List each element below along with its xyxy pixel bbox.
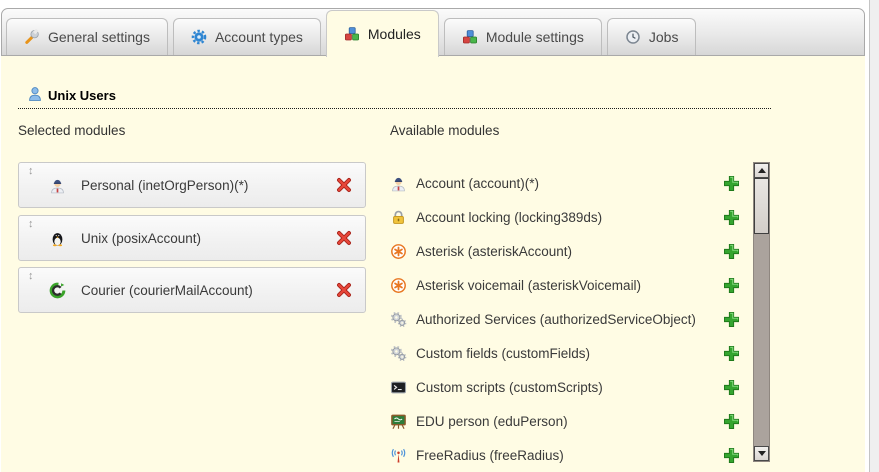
add-plus-icon[interactable] <box>723 243 740 260</box>
asterisk-icon <box>390 243 407 260</box>
tab-label: Module settings <box>486 29 584 45</box>
courier-icon <box>49 282 66 299</box>
gear-icon <box>191 29 207 45</box>
person-icon <box>390 175 407 192</box>
penguin-icon <box>49 230 66 247</box>
tab-label: Modules <box>368 26 421 42</box>
module-label: Account locking (locking389ds) <box>416 210 602 225</box>
module-label: Authorized Services (authorizedServiceOb… <box>416 312 696 327</box>
section-divider <box>18 108 771 109</box>
selected-module-row[interactable]: ↕ Courier (courierMailAccount) <box>18 267 366 313</box>
window-scroll-gutter <box>869 0 879 472</box>
tab-jobs[interactable]: Jobs <box>607 18 697 55</box>
person-icon <box>49 177 66 194</box>
antenna-icon <box>390 447 407 464</box>
module-label: FreeRadius (freeRadius) <box>416 448 564 463</box>
tab-label: Jobs <box>649 29 679 45</box>
module-label: Account (account)(*) <box>416 176 539 191</box>
available-modules-scrollbar[interactable] <box>753 162 770 462</box>
scroll-down-icon[interactable] <box>754 446 769 461</box>
drag-handle-icon[interactable]: ↕ <box>28 219 34 230</box>
modules-icon <box>344 26 360 42</box>
module-label: Asterisk voicemail (asteriskVoicemail) <box>416 278 641 293</box>
selected-module-row[interactable]: ↕ Personal (inetOrgPerson)(*) <box>18 162 366 208</box>
available-modules-list: Account (account)(*) Account locking (lo… <box>390 166 740 472</box>
clock-icon <box>625 29 641 45</box>
tab-module-settings[interactable]: Module settings <box>444 18 602 55</box>
available-module-row: Custom fields (customFields) <box>390 336 740 370</box>
add-plus-icon[interactable] <box>723 209 740 226</box>
module-label: Courier (courierMailAccount) <box>81 268 253 312</box>
drag-handle-icon[interactable]: ↕ <box>28 166 34 177</box>
module-label: Custom scripts (customScripts) <box>416 380 603 395</box>
module-label: Unix (posixAccount) <box>81 216 201 260</box>
user-icon <box>27 86 43 102</box>
wrench-icon <box>24 29 40 45</box>
available-modules-label: Available modules <box>390 123 499 138</box>
terminal-icon <box>390 379 407 396</box>
available-module-row: FreeRadius (freeRadius) <box>390 438 740 472</box>
selected-module-row[interactable]: ↕ Unix (posixAccount) <box>18 215 366 261</box>
tab-general-settings[interactable]: General settings <box>6 18 168 55</box>
available-module-row: EDU person (eduPerson) <box>390 404 740 438</box>
delete-x-icon[interactable] <box>335 281 353 299</box>
gears-icon <box>390 311 407 328</box>
add-plus-icon[interactable] <box>723 379 740 396</box>
scrollbar-thumb[interactable] <box>754 178 769 234</box>
add-plus-icon[interactable] <box>723 345 740 362</box>
module-label: EDU person (eduPerson) <box>416 414 568 429</box>
add-plus-icon[interactable] <box>723 447 740 464</box>
gears-icon <box>390 345 407 362</box>
drag-handle-icon[interactable]: ↕ <box>28 271 34 282</box>
available-module-row: Asterisk (asteriskAccount) <box>390 234 740 268</box>
available-module-row: Authorized Services (authorizedServiceOb… <box>390 302 740 336</box>
modules-icon <box>462 29 478 45</box>
page-title: Unix Users <box>48 88 116 103</box>
delete-x-icon[interactable] <box>335 176 353 194</box>
tab-modules[interactable]: Modules <box>326 10 439 57</box>
delete-x-icon[interactable] <box>335 229 353 247</box>
selected-modules-label: Selected modules <box>18 123 125 138</box>
chalkboard-icon <box>390 413 407 430</box>
add-plus-icon[interactable] <box>723 277 740 294</box>
available-module-row: Account (account)(*) <box>390 166 740 200</box>
module-label: Asterisk (asteriskAccount) <box>416 244 572 259</box>
tab-label: Account types <box>215 29 303 45</box>
add-plus-icon[interactable] <box>723 413 740 430</box>
available-module-row: Asterisk voicemail (asteriskVoicemail) <box>390 268 740 302</box>
modules-panel: Unix Users Selected modules Available mo… <box>1 56 865 472</box>
tab-label: General settings <box>48 29 150 45</box>
module-label: Personal (inetOrgPerson)(*) <box>81 163 248 207</box>
tab-bar: General settings Account types Modules <box>1 8 865 56</box>
asterisk-icon <box>390 277 407 294</box>
add-plus-icon[interactable] <box>723 311 740 328</box>
add-plus-icon[interactable] <box>723 175 740 192</box>
scroll-up-icon[interactable] <box>754 163 769 178</box>
tab-account-types[interactable]: Account types <box>173 18 321 55</box>
module-label: Custom fields (customFields) <box>416 346 590 361</box>
available-module-row: Account locking (locking389ds) <box>390 200 740 234</box>
lock-icon <box>390 209 407 226</box>
available-module-row: Custom scripts (customScripts) <box>390 370 740 404</box>
